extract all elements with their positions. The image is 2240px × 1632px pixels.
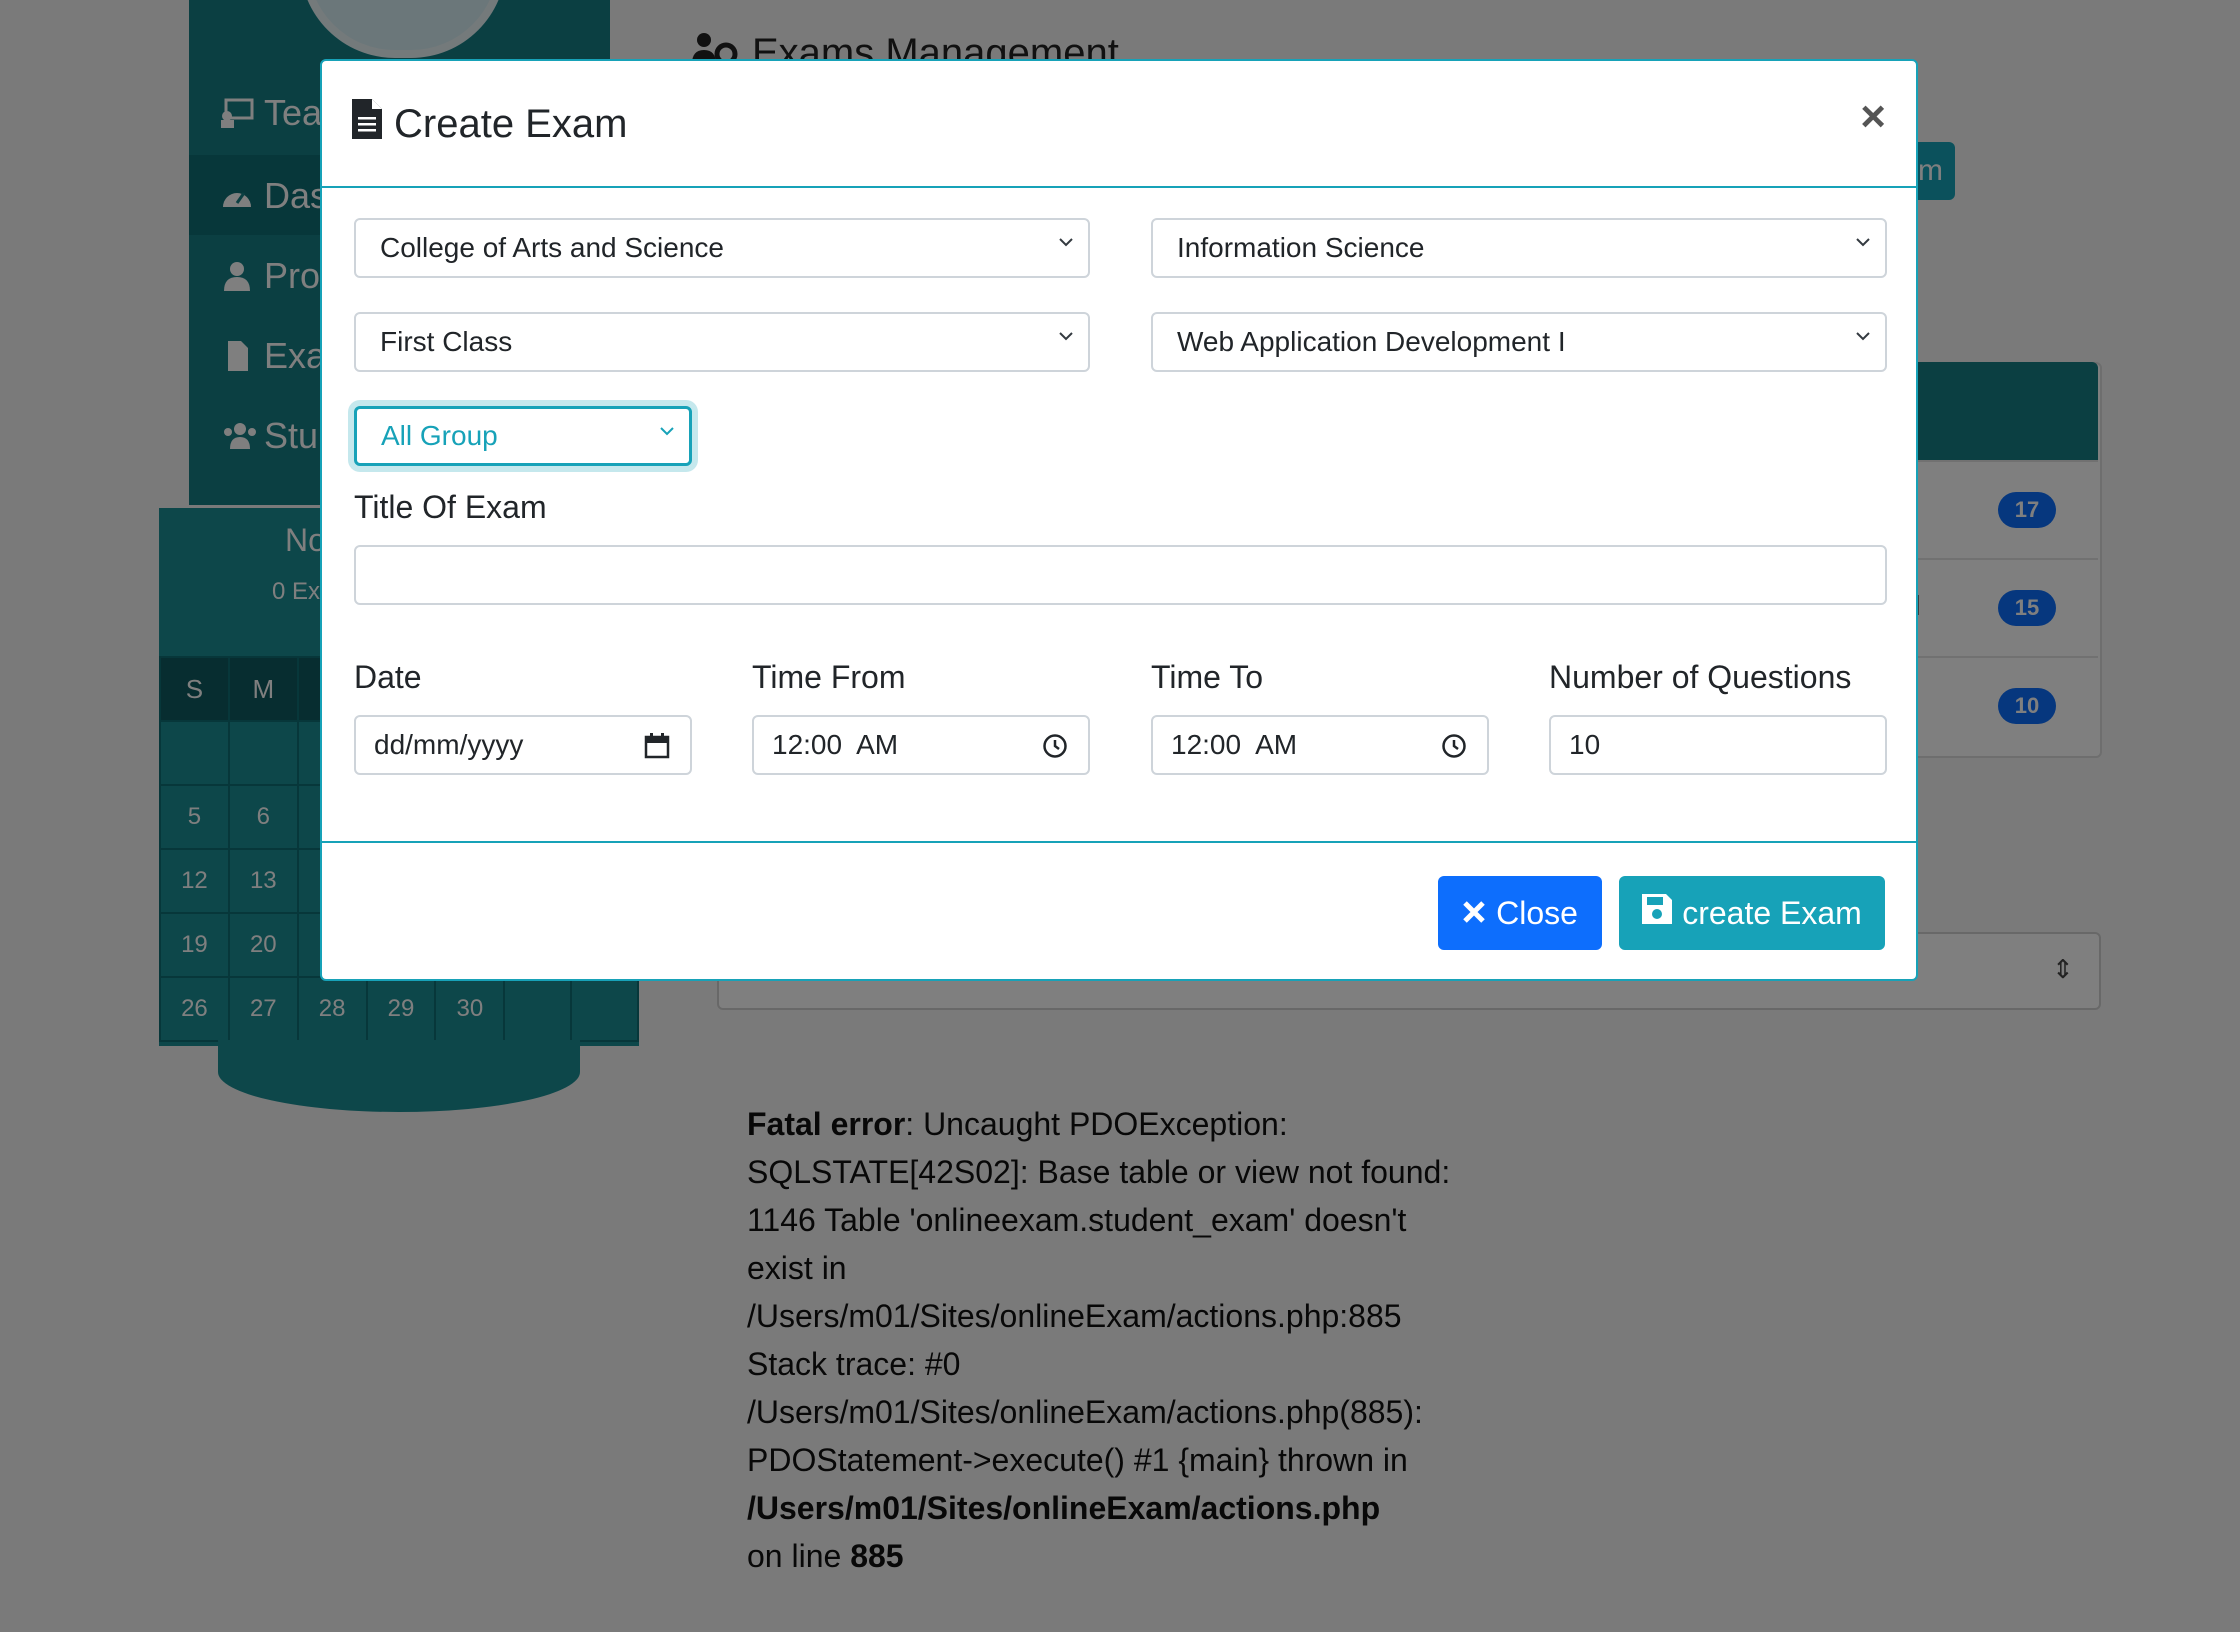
file-text-icon — [352, 99, 382, 149]
group-select-value: All Group — [381, 420, 498, 451]
close-button[interactable]: Close — [1438, 876, 1602, 950]
subject-select[interactable]: Web Application Development I — [1151, 312, 1887, 372]
close-button-label: Close — [1496, 894, 1578, 931]
exam-title-input[interactable] — [354, 545, 1887, 605]
group-select[interactable]: All Group — [354, 406, 692, 466]
calendar-icon — [644, 733, 670, 759]
questions-input[interactable]: 10 — [1549, 715, 1887, 775]
class-select[interactable]: First Class — [354, 312, 1090, 372]
exam-title-label: Title Of Exam — [354, 489, 547, 525]
modal-title-text: Create Exam — [394, 101, 628, 146]
clock-icon — [1442, 734, 1466, 758]
time-from-input-value: 12:00 AM — [772, 729, 899, 760]
time-to-input-value: 12:00 AM — [1171, 729, 1298, 760]
modal-title: Create Exam — [352, 99, 627, 149]
modal-header: Create Exam × — [322, 61, 1916, 188]
close-icon[interactable]: × — [1860, 95, 1886, 139]
create-exam-button[interactable]: create Exam — [1619, 876, 1885, 950]
college-select-value: College of Arts and Science — [380, 232, 724, 263]
chevron-down-icon — [1059, 332, 1073, 341]
department-select-value: Information Science — [1177, 232, 1425, 263]
chevron-down-icon — [660, 427, 674, 436]
clock-icon — [1043, 734, 1067, 758]
subject-select-value: Web Application Development I — [1177, 326, 1566, 357]
times-icon — [1462, 895, 1486, 932]
chevron-down-icon — [1059, 238, 1073, 247]
save-icon — [1642, 894, 1673, 932]
date-input[interactable]: dd/mm/yyyy — [354, 715, 692, 775]
department-select[interactable]: Information Science — [1151, 218, 1887, 278]
college-select[interactable]: College of Arts and Science — [354, 218, 1090, 278]
chevron-down-icon — [1856, 332, 1870, 341]
create-exam-modal: Create Exam × College of Arts and Scienc… — [320, 59, 1918, 981]
time-from-label: Time From — [752, 659, 906, 695]
create-exam-button-label: create Exam — [1682, 894, 1862, 931]
time-to-label: Time To — [1151, 659, 1264, 695]
chevron-down-icon — [1856, 238, 1870, 247]
questions-label: Number of Questions — [1549, 659, 1852, 695]
date-input-value: dd/mm/yyyy — [374, 729, 524, 760]
time-from-input[interactable]: 12:00 AM — [752, 715, 1090, 775]
date-label: Date — [354, 659, 422, 695]
time-to-input[interactable]: 12:00 AM — [1151, 715, 1489, 775]
class-select-value: First Class — [380, 326, 513, 357]
modal-footer-divider — [322, 841, 1916, 843]
questions-input-value: 10 — [1569, 729, 1601, 760]
